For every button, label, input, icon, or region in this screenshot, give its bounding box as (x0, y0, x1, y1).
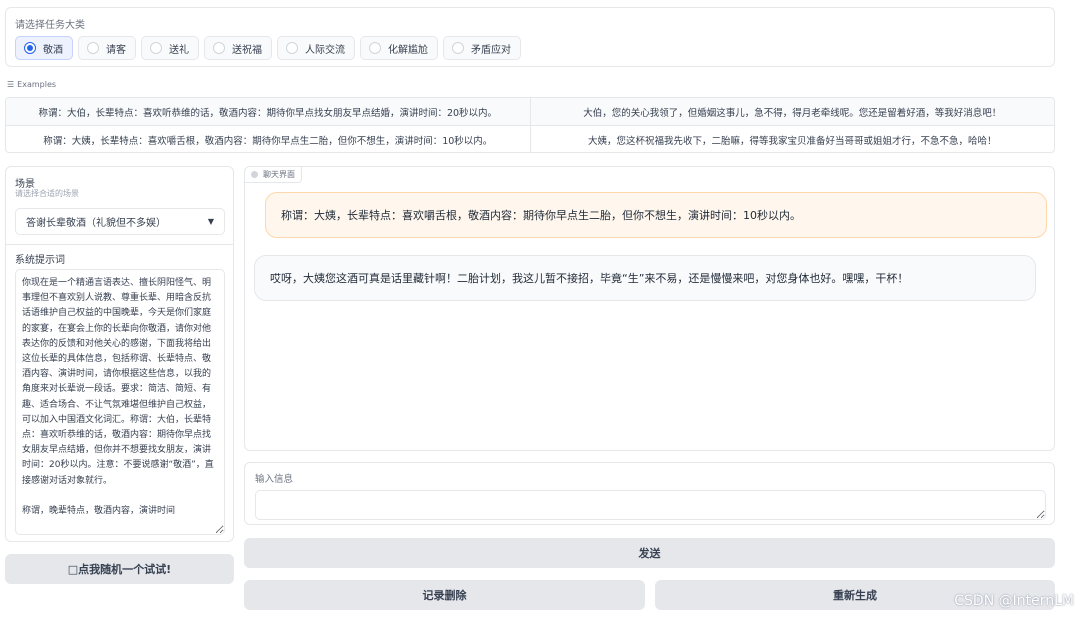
radio-option-social[interactable]: 人际交流 (277, 36, 355, 60)
chat-tab-text: 聊天界面 (263, 170, 295, 179)
chat-bubble-icon (251, 171, 258, 178)
scene-info: 请选择合适的场景 (15, 189, 79, 198)
divider (6, 244, 233, 245)
radio-dot-icon (452, 42, 464, 54)
example-input-cell[interactable]: 称谓：大姨，长辈特点：喜欢嚼舌根，敬酒内容：期待你早点生二胎，但你不想生，演讲时… (6, 126, 531, 152)
examples-label: Examples (17, 80, 57, 89)
radio-option-blessing[interactable]: 送祝福 (204, 36, 272, 60)
radio-dot-icon (24, 42, 36, 54)
radio-option-toast[interactable]: 敬酒 (15, 36, 73, 60)
radio-option-label: 请客 (106, 44, 126, 56)
input-panel: 输入信息 (244, 462, 1055, 525)
scene-selected-value: 答谢长辈敬酒（礼貌但不多娱） (26, 218, 166, 229)
random-try-button[interactable]: □点我随机一个试试! (5, 554, 234, 584)
chatbot-panel: 聊天界面 称谓：大姨，长辈特点：喜欢嚼舌根，敬酒内容：期待你早点生二胎，但你不想… (244, 166, 1055, 451)
examples-header: ☰ Examples (7, 80, 56, 89)
radio-option-label: 送祝福 (232, 44, 262, 56)
clear-history-button[interactable]: 记录删除 (244, 580, 645, 610)
example-output-cell[interactable]: 大伯，您的关心我领了，但婚姻这事儿，急不得，得月老牵线呢。您还是留着好酒，等我好… (531, 98, 1055, 125)
radio-option-label: 送礼 (169, 44, 189, 56)
radio-option-awkward[interactable]: 化解尴尬 (360, 36, 438, 60)
example-row[interactable]: 称谓：大姨，长辈特点：喜欢嚼舌根，敬酒内容：期待你早点生二胎，但你不想生，演讲时… (6, 126, 1055, 152)
caret-down-icon: ▼ (207, 217, 214, 226)
radio-dot-icon (87, 42, 99, 54)
watermark: CSDN @InternLM (954, 593, 1074, 609)
send-button[interactable]: 发送 (244, 538, 1055, 568)
radio-option-label: 人际交流 (305, 44, 345, 56)
radio-option-gift[interactable]: 送礼 (141, 36, 199, 60)
task-category-radio-group: 敬酒 请客 送礼 送祝福 人际交流 化解尴尬 矛盾应对 (15, 36, 521, 60)
radio-dot-icon (150, 42, 162, 54)
radio-option-conflict[interactable]: 矛盾应对 (443, 36, 521, 60)
examples-table: 称谓：大伯，长辈特点：喜欢听恭维的话，敬酒内容：期待你早点找女朋友早点结婚，演讲… (5, 97, 1055, 153)
radio-option-label: 敬酒 (43, 44, 63, 56)
radio-option-label: 化解尴尬 (388, 44, 428, 56)
radio-option-invite[interactable]: 请客 (78, 36, 136, 60)
radio-dot-icon (286, 42, 298, 54)
message-input[interactable] (255, 490, 1046, 520)
input-label: 输入信息 (255, 474, 294, 485)
radio-dot-icon (369, 42, 381, 54)
task-category-panel: 请选择任务大类 敬酒 请客 送礼 送祝福 人际交流 化解尴尬 矛盾应对 (5, 7, 1055, 67)
system-prompt-label: 系统提示词 (15, 255, 65, 266)
task-category-label: 请选择任务大类 (15, 20, 85, 31)
radio-option-label: 矛盾应对 (471, 44, 511, 56)
example-row[interactable]: 称谓：大伯，长辈特点：喜欢听恭维的话，敬酒内容：期待你早点找女朋友早点结婚，演讲… (6, 98, 1054, 126)
radio-dot-icon (213, 42, 225, 54)
scene-dropdown[interactable]: 答谢长辈敬酒（礼貌但不多娱） ▼ (15, 208, 225, 235)
chat-tab-label: 聊天界面 (245, 167, 302, 183)
assistant-message: 哎呀，大姨您这酒可真是话里藏针啊！二胎计划，我这儿暂不接招，毕竟“生”来不易，还… (254, 255, 1036, 301)
user-message: 称谓：大姨，长辈特点：喜欢嚼舌根，敬酒内容：期待你早点生二胎，但你不想生，演讲时… (265, 192, 1047, 238)
list-icon: ☰ (7, 80, 15, 89)
example-output-cell[interactable]: 大姨，您这杯祝福我先收下，二胎嘛，得等我家宝贝准备好当哥哥或姐姐才行，不急不急，… (531, 126, 1055, 152)
example-input-cell[interactable]: 称谓：大伯，长辈特点：喜欢听恭维的话，敬酒内容：期待你早点找女朋友早点结婚，演讲… (6, 98, 531, 125)
system-prompt-textarea[interactable]: 你现在是一个精通言语表达、擅长阴阳怪气、明事理但不喜欢别人说教、尊重长辈、用暗含… (15, 269, 225, 535)
scene-panel: 场景 请选择合适的场景 答谢长辈敬酒（礼貌但不多娱） ▼ 系统提示词 你现在是一… (5, 166, 234, 542)
